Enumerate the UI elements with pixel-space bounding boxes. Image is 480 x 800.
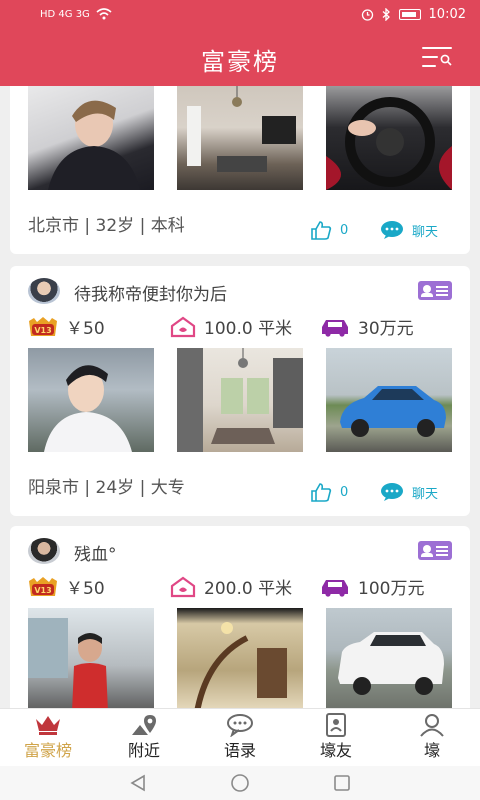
chat-label: 聊天 [412,224,439,240]
home-icon[interactable] [230,773,250,793]
house-stat: 100.0 平米 [170,314,292,339]
house-icon [170,576,196,597]
tab-profile[interactable]: 壕 [384,709,480,767]
chat-label: 聊天 [412,486,439,502]
profile-icon [420,714,444,737]
car-stat: 100万元 [320,574,424,599]
vip-level-label: V13 [34,586,51,595]
system-indicators: 10:02 [361,7,466,22]
car-value: 100万元 [358,579,425,599]
money-value: ￥50 [66,319,105,339]
car-value: 30万元 [358,319,414,339]
like-count: 0 [340,222,349,238]
like-button[interactable]: 0 [310,220,348,240]
map-pin-icon [132,715,156,735]
avatar-photo[interactable] [28,608,154,708]
system-nav-bar [0,766,480,800]
avatar[interactable] [28,538,60,564]
house-photo[interactable] [177,348,303,452]
app-header: 富豪榜 [0,30,480,86]
chat-bubble-icon [381,483,403,501]
tab-label: 壕 [423,741,440,760]
battery-icon [398,9,421,20]
photo-row [28,86,452,190]
car-photo[interactable] [326,608,452,708]
speech-bubble-icon [227,714,253,737]
tab-label: 语录 [223,741,256,760]
money-stat: V13 ￥50 [28,574,105,599]
filter-menu-button[interactable] [422,47,452,69]
user-card[interactable]: 北京市 | 32岁 | 本科 0 聊天 [10,86,470,254]
house-icon [170,316,196,337]
avatar-photo[interactable] [28,86,154,190]
avatar[interactable] [28,278,60,304]
like-count: 0 [340,484,349,500]
tab-quotes[interactable]: 语录 [192,709,288,767]
car-photo[interactable] [326,86,452,190]
tab-nearby[interactable]: 附近 [96,709,192,767]
tab-label: 附近 [127,741,160,760]
car-icon [322,319,348,337]
tab-friends[interactable]: 壕友 [288,709,384,767]
photo-row [28,608,452,708]
contacts-icon [326,713,346,737]
user-meta: 北京市 | 32岁 | 本科 [28,216,185,236]
photo-row [28,348,452,452]
avatar-photo[interactable] [28,348,154,452]
tab-label: 富豪榜 [23,741,72,760]
car-icon [322,579,348,597]
user-meta: 阳泉市 | 24岁 | 大专 [28,478,185,498]
vip-badge-icon: V13 [29,576,57,596]
bottom-tab-bar: 富豪榜 附近 语录 壕友 壕 [0,708,480,766]
car-photo[interactable] [326,348,452,452]
crown-icon [36,716,60,735]
vip-badge-icon: V13 [29,316,57,336]
id-card-icon[interactable] [418,541,452,560]
tab-rich-list[interactable]: 富豪榜 [0,709,96,767]
house-area: 200.0 平米 [204,579,293,599]
rich-list-feed[interactable]: 北京市 | 32岁 | 本科 0 聊天 待我称帝便封你为后 V13 ￥50 10… [0,86,480,708]
house-stat: 200.0 平米 [170,574,292,599]
search-icon [440,54,452,66]
house-area: 100.0 平米 [204,319,293,339]
vip-level-label: V13 [34,326,51,335]
thumbs-up-icon [311,221,332,240]
network-label: HD 4G 3G [40,8,90,20]
status-bar: HD 4G 3G 10:02 [0,0,480,30]
chat-button[interactable]: 聊天 [380,482,438,502]
car-stat: 30万元 [320,314,414,339]
wealth-stats: V13 ￥50 100.0 平米 30万元 [28,314,460,339]
signal-indicators: HD 4G 3G [40,8,112,20]
wifi-icon [96,8,112,20]
like-button[interactable]: 0 [310,482,348,502]
chat-bubble-icon [381,221,403,239]
page-title: 富豪榜 [201,48,279,76]
money-value: ￥50 [66,579,105,599]
id-card-icon[interactable] [418,281,452,300]
wealth-stats: V13 ￥50 200.0 平米 100万元 [28,574,460,599]
thumbs-up-icon [311,483,332,502]
back-icon[interactable] [128,774,148,792]
house-photo[interactable] [177,86,303,190]
alarm-icon [361,9,373,21]
username[interactable]: 待我称帝便封你为后 [74,280,227,305]
username[interactable]: 残血° [74,540,117,565]
recent-apps-icon[interactable] [333,774,351,792]
money-stat: V13 ￥50 [28,314,105,339]
chat-button[interactable]: 聊天 [380,220,438,240]
house-photo[interactable] [177,608,303,708]
user-card[interactable]: 待我称帝便封你为后 V13 ￥50 100.0 平米 30万元 阳泉市 | 24… [10,266,470,516]
user-card[interactable]: 残血° V13 ￥50 200.0 平米 100万元 [10,526,470,708]
clock: 10:02 [428,7,466,22]
tab-label: 壕友 [319,741,352,760]
bluetooth-icon [382,8,390,21]
